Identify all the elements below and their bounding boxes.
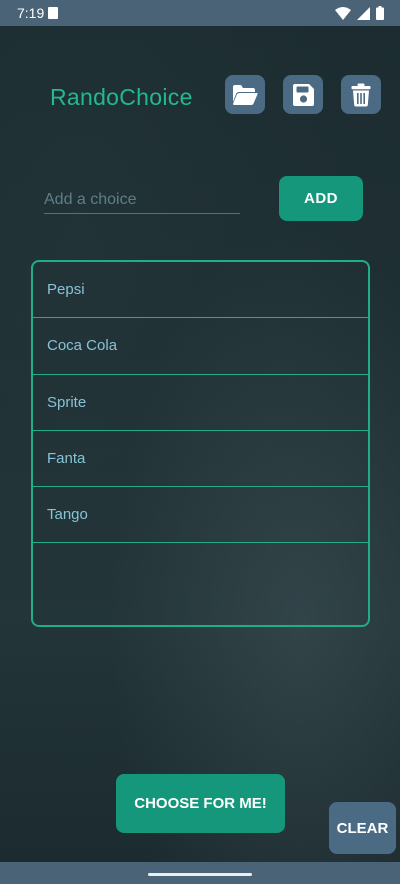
status-bar: 7:19 [0, 0, 400, 26]
sd-card-icon [48, 7, 58, 19]
app-title: RandoChoice [50, 84, 193, 110]
choice-input[interactable] [44, 188, 240, 212]
clear-button[interactable]: CLEAR [329, 802, 396, 854]
list-item[interactable]: Pepsi [33, 262, 368, 319]
navigation-bar [0, 862, 400, 884]
status-time: 7:19 [17, 5, 45, 21]
delete-button[interactable] [341, 75, 381, 114]
open-button[interactable] [225, 75, 265, 114]
floppy-disk-icon [293, 83, 314, 106]
choice-input-wrapper [44, 188, 240, 214]
list-item[interactable]: Sprite [33, 375, 368, 431]
list-item[interactable]: Tango [33, 487, 368, 544]
list-item[interactable]: Coca Cola [33, 318, 368, 375]
signal-icon [357, 6, 370, 20]
choices-list[interactable]: Pepsi Coca Cola Sprite Fanta Tango [31, 260, 370, 627]
battery-icon [376, 6, 384, 20]
list-item[interactable]: Fanta [33, 431, 368, 488]
save-button[interactable] [283, 75, 323, 114]
add-button[interactable]: ADD [279, 176, 363, 221]
home-gesture-handle[interactable] [148, 873, 252, 876]
choose-for-me-button[interactable]: CHOOSE FOR ME! [116, 774, 285, 833]
wifi-icon [335, 6, 351, 20]
trash-icon [351, 83, 371, 106]
status-icons [335, 6, 384, 20]
folder-open-icon [233, 84, 258, 105]
